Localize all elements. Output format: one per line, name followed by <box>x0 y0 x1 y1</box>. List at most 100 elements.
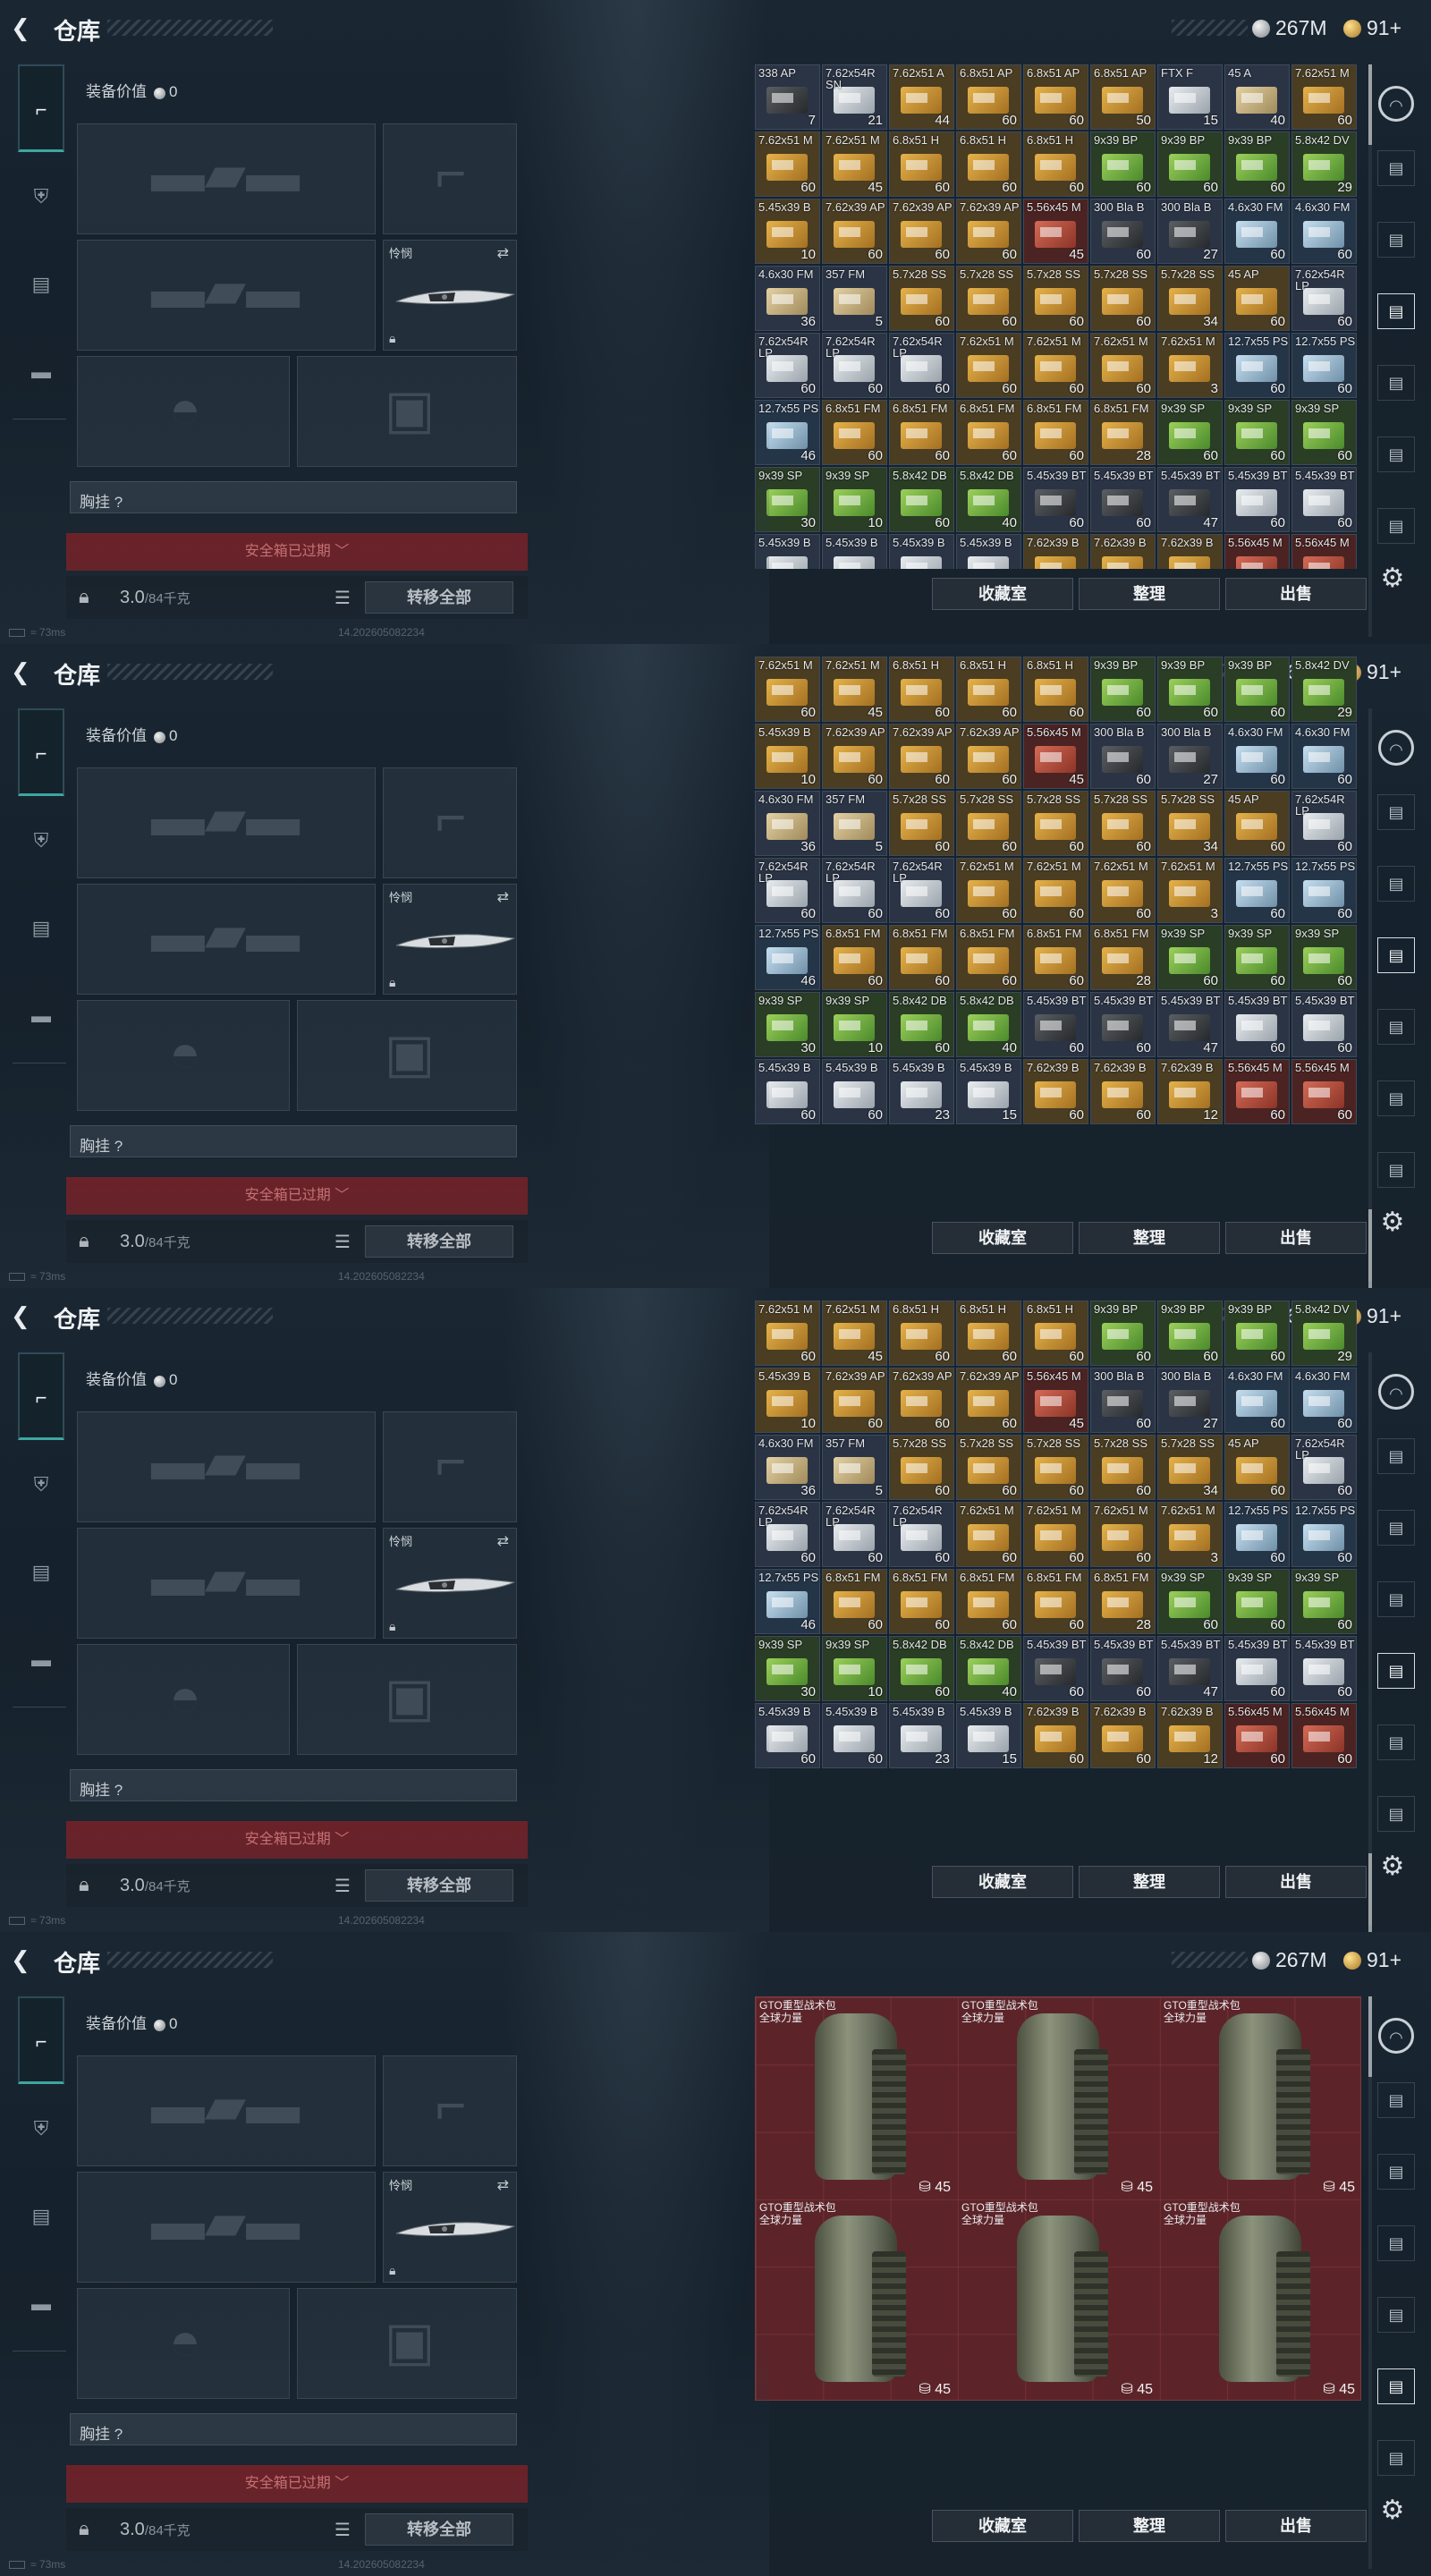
tab-weapons[interactable]: ⌐ <box>18 1996 64 2084</box>
ammo-cell[interactable]: 5.8x42 DB 40 <box>956 992 1021 1057</box>
ammo-cell[interactable]: 7.62x54R SN 21 <box>822 64 887 130</box>
ammo-cell[interactable]: 4.6x30 FM 60 <box>1291 724 1357 789</box>
ammo-cell[interactable]: 7.62x51 M 45 <box>822 1301 887 1366</box>
primary-weapon-slot[interactable]: ▬▰▬ <box>77 767 376 878</box>
sidebar-item-2[interactable]: ▤ <box>1377 866 1415 902</box>
ammo-cell[interactable]: 5.7x28 SS 34 <box>1157 266 1223 331</box>
ammo-cell[interactable]: 9x39 SP 60 <box>1157 1569 1223 1634</box>
ammo-cell[interactable]: 6.8x51 H 60 <box>889 1301 954 1366</box>
ammo-cell[interactable]: 300 Bla B 27 <box>1157 199 1223 264</box>
ammo-cell[interactable]: 9x39 SP 60 <box>1224 925 1290 990</box>
sidebar-item-5[interactable]: ▤ <box>1377 1724 1415 1760</box>
ammo-cell[interactable]: 5.56x45 M60 <box>1224 534 1290 569</box>
sidebar-item-6[interactable]: ▤ <box>1377 1152 1415 1188</box>
favorites-button[interactable]: 收藏室 <box>932 2510 1073 2542</box>
ammo-cell[interactable]: 9x39 SP 10 <box>822 992 887 1057</box>
ammo-cell[interactable]: 7.62x51 M 45 <box>822 131 887 197</box>
swap-icon[interactable]: ⇄ <box>497 2176 509 2194</box>
ammo-cell[interactable]: 6.8x51 FM 60 <box>822 400 887 465</box>
ammo-cell[interactable]: 5.8x42 DB 40 <box>956 467 1021 532</box>
ammo-cell[interactable]: 357 FM 5 <box>822 266 887 331</box>
ammo-cell[interactable]: 7.62x39 B12 <box>1157 534 1223 569</box>
ammo-cell[interactable]: 45 AP 60 <box>1224 266 1290 331</box>
ammo-cell[interactable]: 7.62x51 M 60 <box>755 131 820 197</box>
primary-weapon-slot[interactable]: ▬▰▬ <box>77 1411 376 1522</box>
ammo-cell[interactable]: 5.45x39 B 60 <box>822 1059 887 1124</box>
ammo-cell[interactable]: 4.6x30 FM 60 <box>1224 1368 1290 1433</box>
ammo-cell[interactable]: 7.62x39 AP 60 <box>956 199 1021 264</box>
ammo-cell[interactable]: 7.62x39 AP 60 <box>956 1368 1021 1433</box>
armor-slot[interactable]: ▣ <box>297 356 517 467</box>
sidebar-all[interactable]: ◠ <box>1378 2018 1414 2054</box>
ammo-cell[interactable]: 5.45x39 BT 60 <box>1023 992 1088 1057</box>
ammo-cell[interactable]: 9x39 BP 60 <box>1157 657 1223 722</box>
ammo-cell[interactable]: 12.7x55 PS 60 <box>1291 333 1357 398</box>
ammo-cell[interactable]: 7.62x51 M 60 <box>1291 64 1357 130</box>
ammo-cell[interactable]: 300 Bla B 27 <box>1157 724 1223 789</box>
list-icon[interactable]: ☰ <box>334 1875 351 1897</box>
ammo-cell[interactable]: 6.8x51 FM 28 <box>1090 1569 1156 1634</box>
ammo-cell[interactable]: 12.7x55 PS 60 <box>1224 333 1290 398</box>
ammo-cell[interactable]: 5.7x28 SS 60 <box>956 266 1021 331</box>
ammo-cell[interactable]: 7.62x39 B60 <box>1090 534 1156 569</box>
back-arrow-icon[interactable]: ❮ <box>11 1946 38 1973</box>
ammo-cell[interactable]: 300 Bla B 27 <box>1157 1368 1223 1433</box>
ammo-cell[interactable]: 7.62x51 M 60 <box>956 1502 1021 1567</box>
ammo-cell[interactable]: 6.8x51 FM 60 <box>1023 1569 1088 1634</box>
ammo-cell[interactable]: 7.62x54R LP 60 <box>889 858 954 923</box>
list-icon[interactable]: ☰ <box>334 2519 351 2541</box>
ammo-cell[interactable]: 5.56x45 M60 <box>1291 534 1357 569</box>
ammo-cell[interactable]: 5.45x39 BT 60 <box>1023 467 1088 532</box>
ammo-cell[interactable]: 7.62x54R LP 60 <box>889 333 954 398</box>
ammo-cell[interactable]: 7.62x39 AP 60 <box>822 199 887 264</box>
gear-icon[interactable]: ⚙ <box>1377 2496 1408 2526</box>
ammo-cell[interactable]: 6.8x51 FM 60 <box>956 400 1021 465</box>
primary-weapon-slot[interactable]: ▬▰▬ <box>77 2055 376 2166</box>
scrollbar-thumb[interactable] <box>1368 1209 1372 1288</box>
ammo-cell[interactable]: 357 FM 5 <box>822 791 887 856</box>
ammo-cell[interactable]: 7.62x51 M 60 <box>1090 1502 1156 1567</box>
ammo-cell[interactable]: 45 AP 60 <box>1224 1435 1290 1500</box>
ammo-cell[interactable]: 9x39 SP 60 <box>1291 400 1357 465</box>
ammo-cell[interactable]: 7.62x51 M 3 <box>1157 1502 1223 1567</box>
gear-icon[interactable]: ⚙ <box>1377 564 1408 594</box>
ammo-cell[interactable]: 9x39 SP 60 <box>1224 1569 1290 1634</box>
ammo-cell[interactable]: 9x39 BP 60 <box>1224 657 1290 722</box>
ammo-cell[interactable]: 7.62x54R LP 60 <box>1291 1435 1357 1500</box>
ammo-cell[interactable]: 4.6x30 FM 60 <box>1224 724 1290 789</box>
ammo-cell[interactable]: 6.8x51 H 60 <box>956 131 1021 197</box>
ammo-cell[interactable]: 6.8x51 AP 60 <box>956 64 1021 130</box>
sort-button[interactable]: 整理 <box>1079 2510 1220 2542</box>
ammo-cell[interactable]: 338 AP 7 <box>755 64 820 130</box>
ammo-cell[interactable]: 9x39 BP 60 <box>1090 131 1156 197</box>
favorites-button[interactable]: 收藏室 <box>932 1866 1073 1898</box>
armor-slot[interactable]: ▣ <box>297 1644 517 1755</box>
ammo-cell[interactable]: 7.62x39 AP 60 <box>956 724 1021 789</box>
sidebar-item-5[interactable]: ▤ <box>1377 1080 1415 1116</box>
ammo-cell[interactable]: 7.62x51 M 60 <box>1023 1502 1088 1567</box>
back-arrow-icon[interactable]: ❮ <box>11 14 38 41</box>
ammo-cell[interactable]: 45 AP 60 <box>1224 791 1290 856</box>
ammo-cell[interactable]: 7.62x51 M 60 <box>755 657 820 722</box>
ammo-cell[interactable]: 7.62x51 M 45 <box>822 657 887 722</box>
ammo-cell[interactable]: 6.8x51 FM 60 <box>956 1569 1021 1634</box>
ammo-cell[interactable]: 7.62x39 B60 <box>1023 1059 1088 1124</box>
ammo-cell[interactable]: 5.7x28 SS 60 <box>889 266 954 331</box>
ammo-cell[interactable]: 5.45x39 B 15 <box>956 1059 1021 1124</box>
sidebar-item-2[interactable]: ▤ <box>1377 1510 1415 1546</box>
armor-slot[interactable]: ▣ <box>297 1000 517 1111</box>
ammo-cell[interactable]: 5.7x28 SS 60 <box>1023 791 1088 856</box>
ammo-cell[interactable]: 5.45x39 B 23 <box>889 1703 954 1768</box>
ammo-cell[interactable]: 7.62x39 B60 <box>1023 1703 1088 1768</box>
ammo-cell[interactable]: 6.8x51 FM 60 <box>889 400 954 465</box>
backpack-item[interactable]: GTO重型战术包 全球力量 ⛁ 45 <box>958 2199 1158 2400</box>
ammo-cell[interactable]: 4.6x30 FM 36 <box>755 1435 820 1500</box>
transfer-all-button[interactable]: 转移全部 <box>365 2513 513 2546</box>
ammo-cell[interactable]: 6.8x51 FM 28 <box>1090 400 1156 465</box>
ammo-cell[interactable]: 9x39 SP 60 <box>1224 400 1290 465</box>
ammo-cell[interactable]: 5.45x39 BT 60 <box>1224 1636 1290 1701</box>
secondary-weapon-slot[interactable]: ▬▰▬ <box>77 2172 376 2283</box>
ammo-cell[interactable]: 12.7x55 PS 60 <box>1224 858 1290 923</box>
ammo-cell[interactable]: 4.6x30 FM 36 <box>755 266 820 331</box>
sidebar-item-6[interactable]: ▤ <box>1377 508 1415 544</box>
